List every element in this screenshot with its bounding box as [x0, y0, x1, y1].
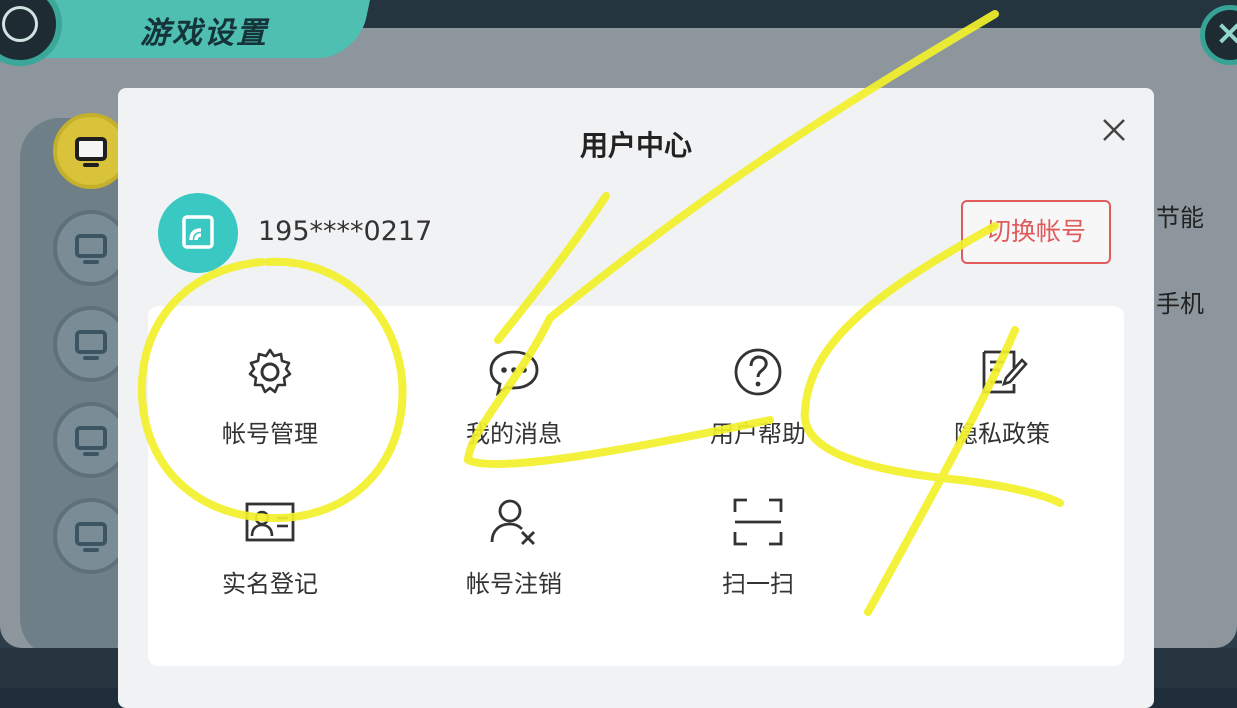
account-management-label: 帐号管理 — [222, 420, 318, 448]
bg-setting-label-1: 节能 — [1156, 204, 1204, 232]
real-name-registration-label: 实名登记 — [222, 570, 318, 598]
close-icon[interactable] — [1096, 112, 1132, 148]
my-messages-item[interactable]: 我的消息 — [392, 346, 636, 486]
privacy-policy-label: 隐私政策 — [954, 420, 1050, 448]
account-phone: 195****0217 — [258, 216, 433, 247]
id-card-icon — [245, 502, 295, 542]
monitor-stand — [83, 452, 99, 456]
monitor-stand — [83, 356, 99, 360]
bg-setting-label-2: 手机 — [1156, 290, 1204, 318]
user-help-item[interactable]: 用户帮助 — [636, 346, 880, 486]
account-deletion-label: 帐号注销 — [466, 570, 562, 598]
switch-account-button[interactable]: 切换帐号 — [961, 200, 1111, 264]
scan-label: 扫一扫 — [722, 570, 794, 598]
app-logo-icon — [182, 215, 214, 249]
user-remove-icon — [490, 499, 535, 545]
account-deletion-item[interactable]: 帐号注销 — [392, 496, 636, 636]
privacy-policy-item[interactable]: 隐私政策 — [880, 346, 1124, 486]
account-management-item[interactable]: 帐号管理 — [148, 346, 392, 486]
close-x-icon: × — [1215, 13, 1237, 53]
user-center-modal: 用户中心 195****0217 切换帐号 帐号管理 我的消息 用户帮助 隐私政… — [118, 88, 1154, 708]
monitor-icon — [75, 522, 107, 546]
gear-icon — [248, 348, 292, 394]
monitor-stand — [83, 548, 99, 552]
game-settings-title: 游戏设置 — [140, 16, 268, 51]
monitor-stand — [83, 260, 99, 264]
monitor-icon — [75, 426, 107, 450]
logo-inner-ring — [2, 6, 38, 42]
monitor-icon — [75, 137, 107, 161]
user-function-grid: 帐号管理 我的消息 用户帮助 隐私政策 实名登记 帐号注销 扫一扫 — [148, 306, 1124, 666]
modal-title: 用户中心 — [579, 129, 692, 162]
settings-category-rail — [20, 113, 130, 658]
scan-icon — [733, 498, 783, 546]
avatar[interactable] — [158, 193, 238, 273]
monitor-icon — [75, 330, 107, 354]
scan-item[interactable]: 扫一扫 — [636, 496, 880, 636]
help-circle-icon — [734, 348, 782, 396]
my-messages-label: 我的消息 — [466, 420, 562, 448]
document-edit-icon — [982, 350, 1028, 394]
user-help-label: 用户帮助 — [710, 420, 806, 448]
chat-bubble-icon — [489, 350, 539, 397]
monitor-stand — [83, 163, 99, 167]
real-name-registration-item[interactable]: 实名登记 — [148, 496, 392, 636]
monitor-icon — [75, 234, 107, 258]
